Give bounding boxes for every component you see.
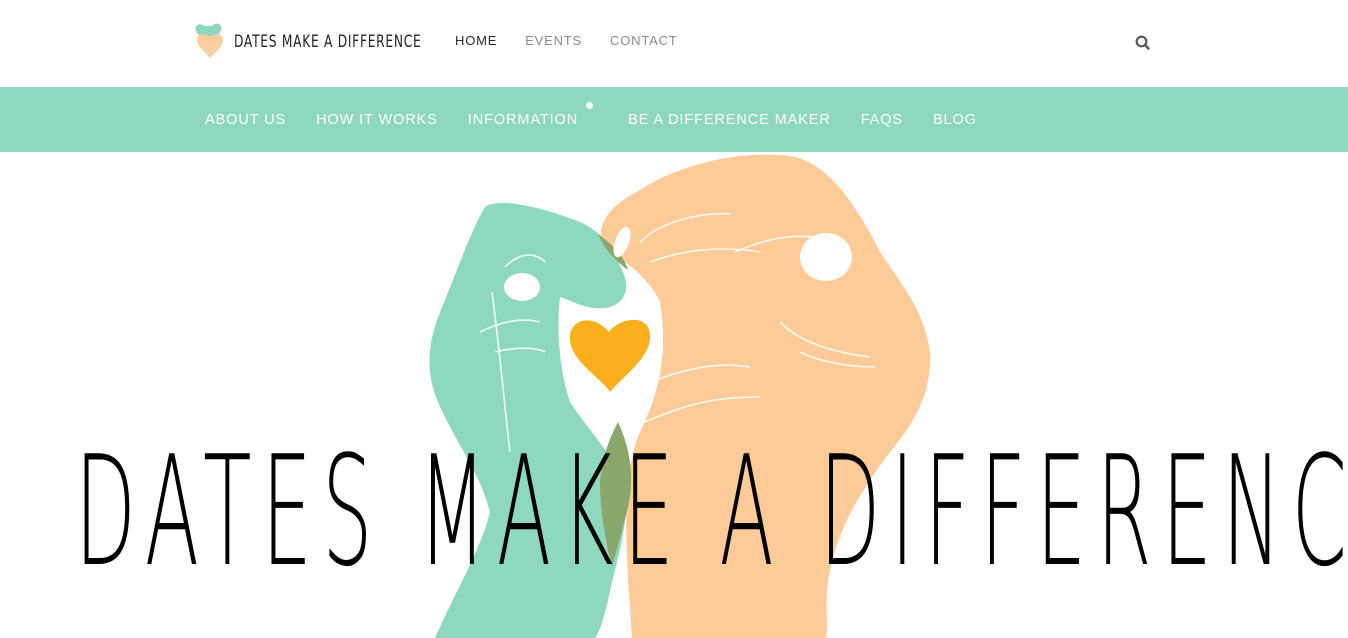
site-logo[interactable]: DATES MAKE A DIFFERENCE — [194, 22, 494, 62]
heart-icon — [569, 319, 651, 392]
top-header: DATES MAKE A DIFFERENCE HOME EVENTS CONT… — [0, 0, 1348, 87]
top-nav-contact[interactable]: CONTACT — [610, 33, 677, 48]
nav-be-a-difference-maker[interactable]: BE A DIFFERENCE MAKER — [628, 112, 831, 128]
hero-title: DATES MAKE A DIFFERENCE — [75, 423, 1348, 600]
search-icon[interactable] — [1134, 34, 1152, 52]
nav-blog[interactable]: BLOG — [933, 112, 977, 128]
heart-hands-logo-icon — [194, 22, 234, 62]
top-navigation: HOME EVENTS CONTACT — [455, 33, 706, 48]
nav-about-us[interactable]: ABOUT US — [205, 112, 286, 128]
nav-faqs[interactable]: FAQS — [861, 112, 903, 128]
main-navigation-bar: ABOUT US HOW IT WORKS INFORMATION BE A D… — [0, 87, 1348, 152]
nav-how-it-works[interactable]: HOW IT WORKS — [316, 112, 438, 128]
main-navigation: ABOUT US HOW IT WORKS INFORMATION BE A D… — [205, 87, 1007, 152]
hero-banner: DATES MAKE A DIFFERENCE — [0, 152, 1348, 638]
top-nav-events[interactable]: EVENTS — [525, 33, 582, 48]
dropdown-indicator-dot-icon — [586, 101, 594, 109]
nav-information-label: INFORMATION — [467, 111, 579, 128]
logo-text: DATES MAKE A DIFFERENCE — [234, 32, 422, 52]
top-nav-home[interactable]: HOME — [455, 33, 497, 48]
nav-information[interactable]: INFORMATION — [467, 101, 594, 128]
